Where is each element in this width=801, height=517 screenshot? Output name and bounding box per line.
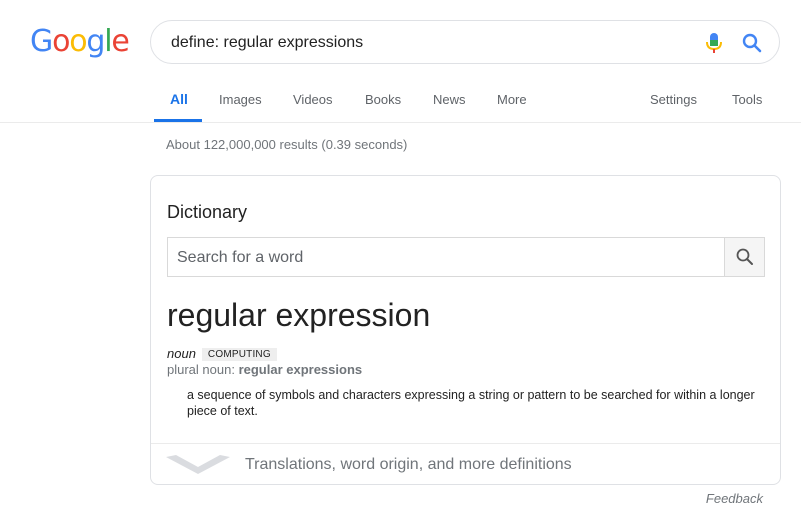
search-icon[interactable] bbox=[741, 32, 763, 54]
chevron-down-icon bbox=[166, 455, 230, 474]
logo-letter: o bbox=[69, 24, 87, 59]
tab-videos[interactable]: Videos bbox=[293, 92, 333, 108]
dictionary-search-button[interactable] bbox=[724, 237, 765, 277]
plural-prefix: plural noun: bbox=[167, 362, 239, 377]
more-definitions-text: Translations, word origin, and more defi… bbox=[245, 456, 572, 473]
dictionary-search-input[interactable]: Search for a word bbox=[177, 248, 303, 268]
tab-news[interactable]: News bbox=[433, 92, 466, 108]
logo-letter: g bbox=[86, 24, 105, 59]
subject-label: COMPUTING bbox=[201, 348, 277, 361]
search-icon bbox=[736, 248, 753, 265]
dictionary-card: Dictionary Search for a word regular exp… bbox=[150, 175, 781, 485]
part-of-speech: noun bbox=[167, 346, 196, 361]
google-logo[interactable]: Google bbox=[30, 24, 130, 60]
logo-letter: e bbox=[111, 24, 129, 59]
tab-settings[interactable]: Settings bbox=[650, 92, 697, 108]
tab-all[interactable]: All bbox=[170, 91, 188, 107]
logo-letter: o bbox=[52, 24, 70, 59]
tab-images[interactable]: Images bbox=[219, 92, 262, 108]
search-query[interactable]: define: regular expressions bbox=[171, 33, 363, 53]
plural-word: regular expressions bbox=[238, 362, 363, 377]
search-tabs: All Images Videos Books News More Settin… bbox=[0, 84, 801, 122]
header-divider bbox=[0, 122, 801, 123]
card-title: Dictionary bbox=[167, 202, 248, 222]
tab-tools[interactable]: Tools bbox=[732, 92, 762, 108]
tab-more[interactable]: More bbox=[497, 92, 527, 108]
more-definitions-link[interactable]: Translations, word origin, and more defi… bbox=[151, 444, 780, 484]
result-stats: About 122,000,000 results (0.39 seconds) bbox=[166, 137, 408, 152]
definition: a sequence of symbols and characters exp… bbox=[187, 388, 755, 418]
search-box[interactable]: define: regular expressions bbox=[150, 20, 780, 64]
tab-books[interactable]: Books bbox=[365, 92, 401, 108]
feedback-link[interactable]: Feedback bbox=[706, 491, 763, 506]
plural-form: plural noun: regular expressions bbox=[167, 362, 362, 377]
dictionary-search[interactable]: Search for a word bbox=[167, 237, 765, 277]
headword: regular expression bbox=[167, 297, 431, 333]
mic-icon[interactable] bbox=[703, 31, 725, 55]
part-of-speech-line: noun COMPUTING bbox=[167, 345, 277, 363]
logo-letter: G bbox=[30, 24, 53, 59]
logo-letter: l bbox=[104, 24, 112, 59]
